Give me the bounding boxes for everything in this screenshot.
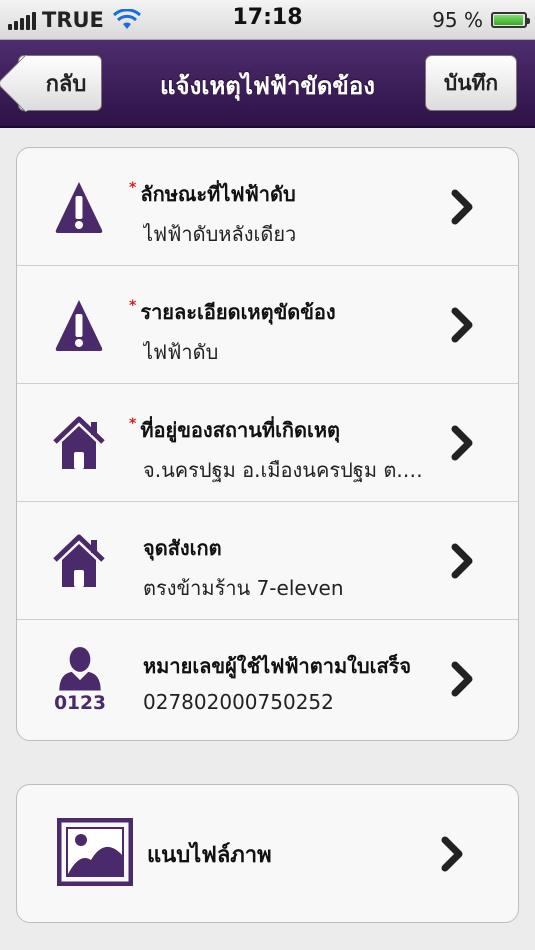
item-title: หมายเลขผู้ใช้ไฟฟ้าตามใบเสร็จ xyxy=(143,654,412,678)
item-value: 027802000750252 xyxy=(143,690,334,714)
navigation-bar: กลับ แจ้งเหตุไฟฟ้าขัดข้อง บันทึก xyxy=(0,40,535,128)
list-item-customer-number[interactable]: 0123 หมายเลขผู้ใช้ไฟฟ้าตามใบเสร็จ 027802… xyxy=(17,620,518,738)
attach-image-item[interactable]: แนบไฟล์ภาพ xyxy=(17,785,518,922)
item-value: ไฟฟ้าดับ xyxy=(143,340,219,364)
battery-icon xyxy=(491,12,530,28)
item-value: จ.นครปฐม อ.เมืองนครปฐม ต.พ... xyxy=(143,458,433,482)
status-bar: TRUE 17:18 95 % xyxy=(0,0,535,40)
warning-icon xyxy=(55,300,103,351)
list-item-landmark[interactable]: จุดสังเกต ตรงข้ามร้าน 7-eleven xyxy=(17,502,518,620)
battery-fill xyxy=(494,15,523,25)
chevron-right-icon xyxy=(451,661,473,697)
required-mark: * xyxy=(129,298,137,314)
report-form-list: * ลักษณะที่ไฟฟ้าดับ ไฟฟ้าดับหลังเดียว * รา… xyxy=(16,147,519,741)
item-title: * รายละเอียดเหตุขัดข้อง xyxy=(129,298,336,324)
attach-image-label: แนบไฟล์ภาพ xyxy=(147,843,272,868)
item-value: ไฟฟ้าดับหลังเดียว xyxy=(143,222,297,246)
battery-percent: 95 % xyxy=(432,8,483,32)
back-button-label: กลับ xyxy=(45,71,87,97)
chevron-right-icon xyxy=(451,189,473,225)
item-title: * ลักษณะที่ไฟฟ้าดับ xyxy=(129,180,296,206)
warning-icon xyxy=(55,182,103,233)
list-item-outage-details[interactable]: * รายละเอียดเหตุขัดข้อง ไฟฟ้าดับ xyxy=(17,266,518,384)
chevron-right-icon xyxy=(451,425,473,461)
item-title: * ที่อยู่ของสถานที่เกิดเหตุ xyxy=(129,416,341,442)
house-icon xyxy=(53,534,105,587)
list-item-outage-type[interactable]: * ลักษณะที่ไฟฟ้าดับ ไฟฟ้าดับหลังเดียว xyxy=(17,148,518,266)
chevron-right-icon xyxy=(441,836,463,872)
item-title: จุดสังเกต xyxy=(143,536,222,560)
chevron-right-icon xyxy=(451,307,473,343)
image-icon xyxy=(57,818,133,886)
required-mark: * xyxy=(129,416,137,432)
house-icon xyxy=(53,416,105,469)
chevron-right-icon xyxy=(451,543,473,579)
user-number-icon: 0123 xyxy=(54,646,106,712)
item-value: ตรงข้ามร้าน 7-eleven xyxy=(143,576,344,600)
icon-number-text: 0123 xyxy=(54,693,106,712)
list-item-incident-address[interactable]: * ที่อยู่ของสถานที่เกิดเหตุ จ.นครปฐม อ.เม… xyxy=(17,384,518,502)
attachment-group: แนบไฟล์ภาพ xyxy=(16,784,519,923)
required-mark: * xyxy=(129,180,137,196)
status-right: 95 % xyxy=(432,6,530,34)
save-button[interactable]: บันทึก xyxy=(425,55,517,111)
